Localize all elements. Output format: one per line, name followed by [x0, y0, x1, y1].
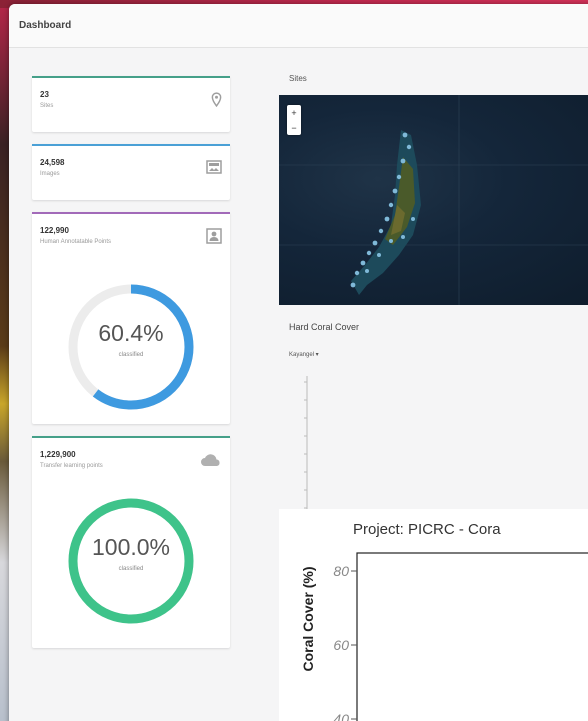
zoom-out-button[interactable]: − [291, 123, 296, 133]
images-stat-card[interactable]: 24,598 Images [32, 144, 230, 200]
site-select-dropdown[interactable]: Kayangel ▾ [289, 351, 319, 358]
donut-percent: 100.0% [91, 534, 170, 560]
human-points-count: 122,990 [40, 226, 69, 235]
dashboard-window: Dashboard 23 Sites 24,598 Images 122,990… [9, 4, 588, 721]
transfer-points-count: 1,229,900 [40, 450, 76, 459]
donut-percent: 60.4% [98, 320, 164, 346]
human-points-label: Human Annotatable Points [40, 239, 112, 245]
sites-map[interactable]: + − [279, 95, 588, 305]
donut-caption: classified [118, 566, 144, 572]
person-icon [206, 228, 222, 246]
page-title: Dashboard [19, 20, 72, 31]
sites-heading: Sites [289, 74, 307, 83]
card-accent [32, 436, 230, 438]
card-accent [32, 144, 230, 146]
y-tick-label: 60 [333, 637, 349, 653]
images-count: 24,598 [40, 158, 65, 167]
sites-label: Sites [40, 103, 54, 109]
plot-axes: 80 60 40 [333, 552, 588, 721]
map-pin-icon [211, 92, 222, 109]
transfer-points-label: Transfer learning points [40, 463, 103, 469]
donut-progress-arc [68, 498, 194, 624]
classified-donut: 100.0% classified [64, 494, 198, 628]
top-bar: Dashboard [9, 4, 588, 48]
image-icon [206, 160, 222, 176]
y-tick-label: 40 [333, 711, 349, 721]
cloud-icon [200, 452, 222, 469]
map-zoom-controls: + − [287, 105, 301, 135]
classified-donut: 60.4% classified [64, 280, 198, 414]
human-points-card[interactable]: 122,990 Human Annotatable Points 60.4% c… [32, 212, 230, 424]
zoom-in-button[interactable]: + [291, 108, 296, 118]
map-tiles [279, 95, 588, 305]
mini-chart-axis [304, 376, 308, 515]
stats-column: 23 Sites 24,598 Images 122,990 Human Ann… [32, 76, 230, 660]
card-accent [32, 76, 230, 78]
card-accent [32, 212, 230, 214]
coral-cover-plot: Project: PICRC - Cora Coral Cover (%) 80… [279, 509, 588, 721]
images-label: Images [40, 171, 60, 177]
sites-count: 23 [40, 90, 49, 99]
y-tick-label: 80 [333, 563, 349, 579]
transfer-points-card[interactable]: 1,229,900 Transfer learning points 100.0… [32, 436, 230, 648]
hard-coral-title: Hard Coral Cover [289, 322, 360, 332]
sites-stat-card[interactable]: 23 Sites [32, 76, 230, 132]
donut-caption: classified [118, 352, 144, 358]
